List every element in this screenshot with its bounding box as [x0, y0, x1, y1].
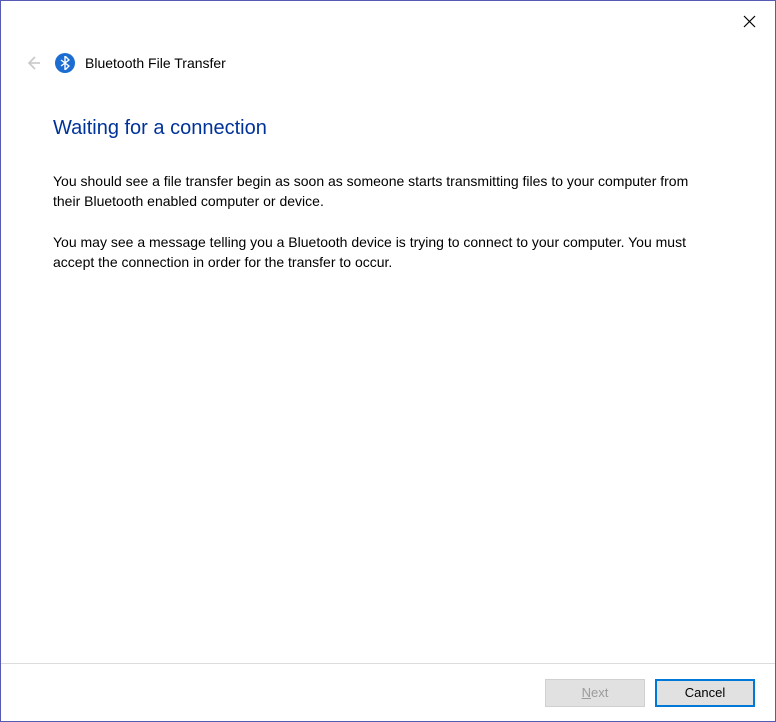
footer: Next Cancel	[1, 663, 775, 721]
back-button	[21, 51, 45, 75]
next-button-accel: N	[582, 685, 591, 700]
close-icon	[743, 15, 756, 28]
next-button-rest: ext	[591, 685, 608, 700]
window-title: Bluetooth File Transfer	[85, 55, 226, 71]
content-area: Waiting for a connection You should see …	[1, 75, 775, 272]
page-heading: Waiting for a connection	[53, 117, 723, 140]
titlebar	[1, 1, 775, 37]
bluetooth-icon	[55, 53, 75, 73]
next-button: Next	[545, 679, 645, 707]
close-button[interactable]	[737, 9, 761, 33]
body-paragraph-2: You may see a message telling you a Blue…	[53, 233, 693, 272]
back-arrow-icon	[24, 54, 42, 72]
body-paragraph-1: You should see a file transfer begin as …	[53, 172, 693, 211]
header: Bluetooth File Transfer	[1, 37, 775, 75]
cancel-button[interactable]: Cancel	[655, 679, 755, 707]
